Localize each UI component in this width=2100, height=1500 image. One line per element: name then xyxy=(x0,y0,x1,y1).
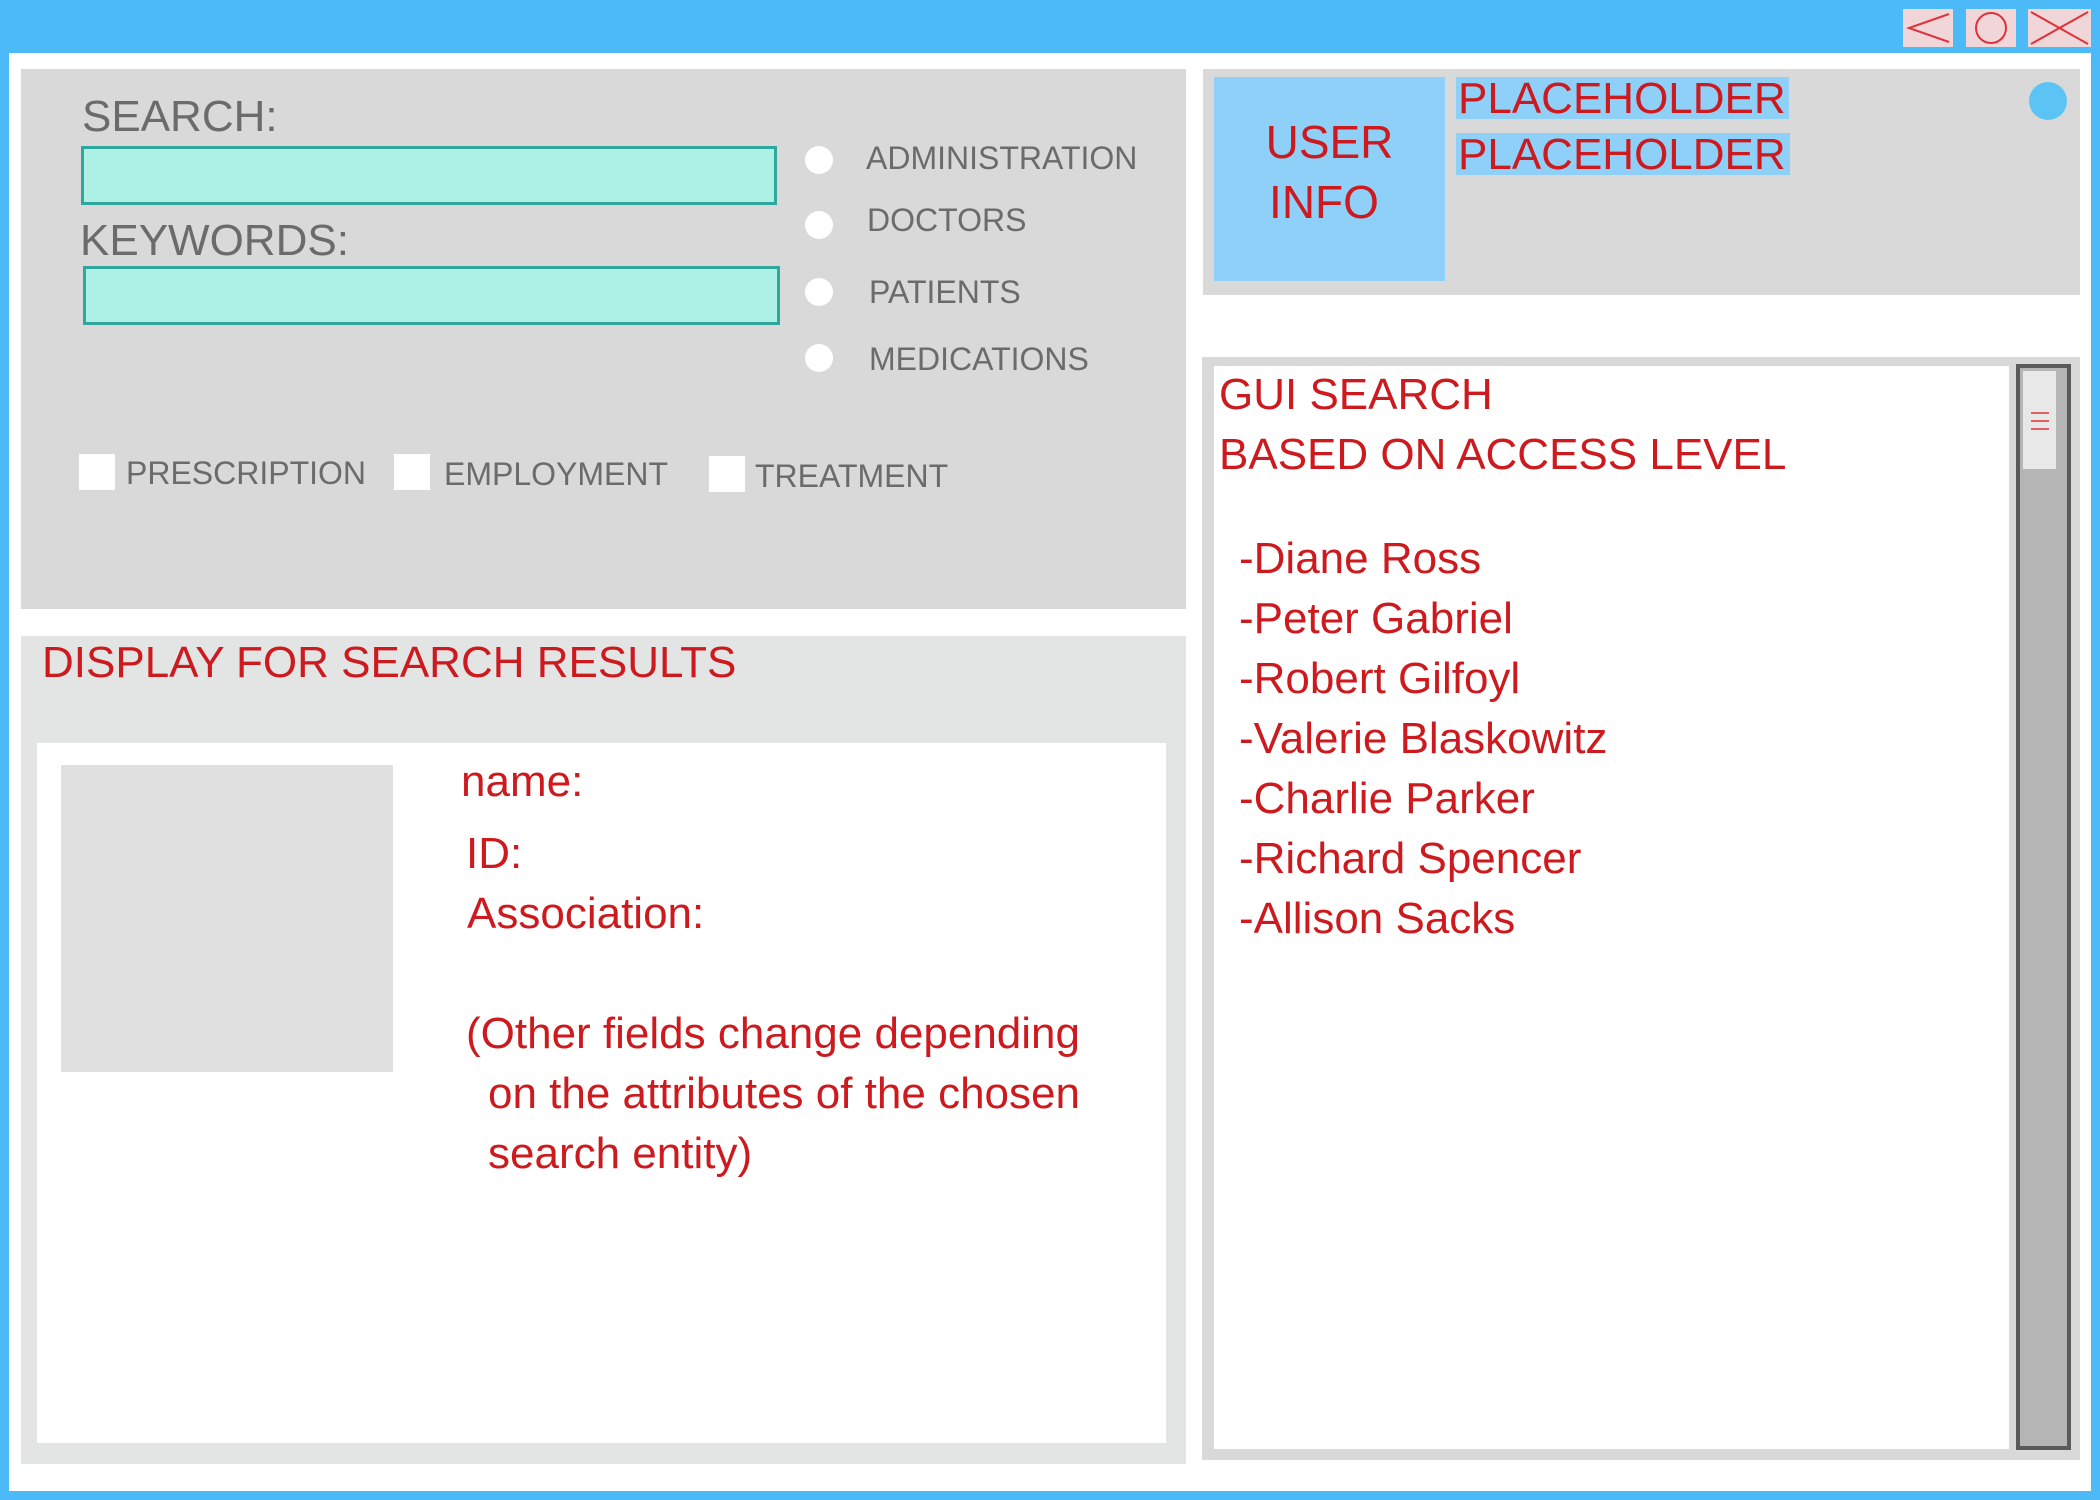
search-input[interactable] xyxy=(81,146,777,205)
checkbox-box[interactable] xyxy=(709,456,745,492)
radio-button[interactable] xyxy=(805,211,833,239)
list-item[interactable]: -Allison Sacks xyxy=(1239,889,1979,949)
radio-doctors[interactable]: DOCTORS xyxy=(805,200,1105,240)
close-icon xyxy=(2030,11,2089,45)
back-button[interactable] xyxy=(1903,9,1953,47)
radio-patients[interactable]: PATIENTS xyxy=(805,272,1105,312)
checkbox-prescription[interactable]: PRESCRIPTION xyxy=(79,454,366,494)
radio-button[interactable] xyxy=(805,146,833,174)
search-label: SEARCH: xyxy=(82,92,278,141)
close-button[interactable] xyxy=(2028,9,2091,47)
search-list-title-line1: GUI SEARCH xyxy=(1219,370,1493,419)
radio-medications[interactable]: MEDICATIONS xyxy=(805,339,1105,379)
status-indicator-dot xyxy=(2029,82,2067,120)
keywords-input[interactable] xyxy=(83,266,780,325)
home-button[interactable] xyxy=(1966,9,2016,47)
checkbox-box[interactable] xyxy=(394,454,430,490)
results-title: DISPLAY FOR SEARCH RESULTS xyxy=(42,638,737,687)
back-arrow-icon xyxy=(1905,13,1950,43)
result-association-label: Association: xyxy=(467,889,705,938)
radio-label-medications: MEDICATIONS xyxy=(869,341,1089,377)
scrollbar-thumb[interactable] xyxy=(2023,371,2056,469)
scrollbar-track[interactable] xyxy=(2016,364,2071,1450)
placeholder-field-1: PLACEHOLDER xyxy=(1456,77,1789,121)
checkbox-label-prescription: PRESCRIPTION xyxy=(126,455,367,491)
radio-button[interactable] xyxy=(805,344,833,372)
radio-button[interactable] xyxy=(805,278,833,306)
result-note-line3: search entity) xyxy=(488,1129,753,1178)
checkbox-label-treatment: TREATMENT xyxy=(755,458,949,494)
result-note-line2: on the attributes of the chosen xyxy=(488,1069,1080,1118)
user-info-line1: USER xyxy=(1265,116,1394,168)
result-name-label: name: xyxy=(461,757,584,806)
circle-icon xyxy=(1975,12,2007,44)
list-item[interactable]: -Richard Spencer xyxy=(1239,829,1979,889)
keywords-label: KEYWORDS: xyxy=(80,216,349,265)
checkbox-employment[interactable]: EMPLOYMENT xyxy=(394,454,668,494)
list-item[interactable]: -Valerie Blaskowitz xyxy=(1239,709,1979,769)
result-id-label: ID: xyxy=(466,829,523,878)
list-item[interactable]: -Charlie Parker xyxy=(1239,769,1979,829)
list-item[interactable]: -Diane Ross xyxy=(1239,529,1979,589)
search-results-list: -Diane Ross -Peter Gabriel -Robert Gilfo… xyxy=(1239,529,1979,949)
list-item[interactable]: -Robert Gilfoyl xyxy=(1239,649,1979,709)
user-info-line2: INFO xyxy=(1269,176,1379,228)
result-photo-placeholder xyxy=(61,765,393,1072)
radio-label-patients: PATIENTS xyxy=(869,274,1021,310)
grip-icon xyxy=(2031,412,2049,430)
result-note-line1: (Other fields change depending xyxy=(466,1009,1080,1058)
checkbox-box[interactable] xyxy=(79,454,115,490)
radio-label-doctors: DOCTORS xyxy=(867,202,1027,238)
list-item[interactable]: -Peter Gabriel xyxy=(1239,589,1979,649)
checkbox-label-employment: EMPLOYMENT xyxy=(444,456,669,492)
radio-label-administration: ADMINISTRATION xyxy=(866,140,1138,176)
checkbox-treatment[interactable]: TREATMENT xyxy=(709,456,948,496)
placeholder-field-2: PLACEHOLDER xyxy=(1456,133,1790,177)
search-list-title-line2: BASED ON ACCESS LEVEL xyxy=(1219,430,1787,479)
radio-administration[interactable]: ADMINISTRATION xyxy=(805,138,1137,178)
